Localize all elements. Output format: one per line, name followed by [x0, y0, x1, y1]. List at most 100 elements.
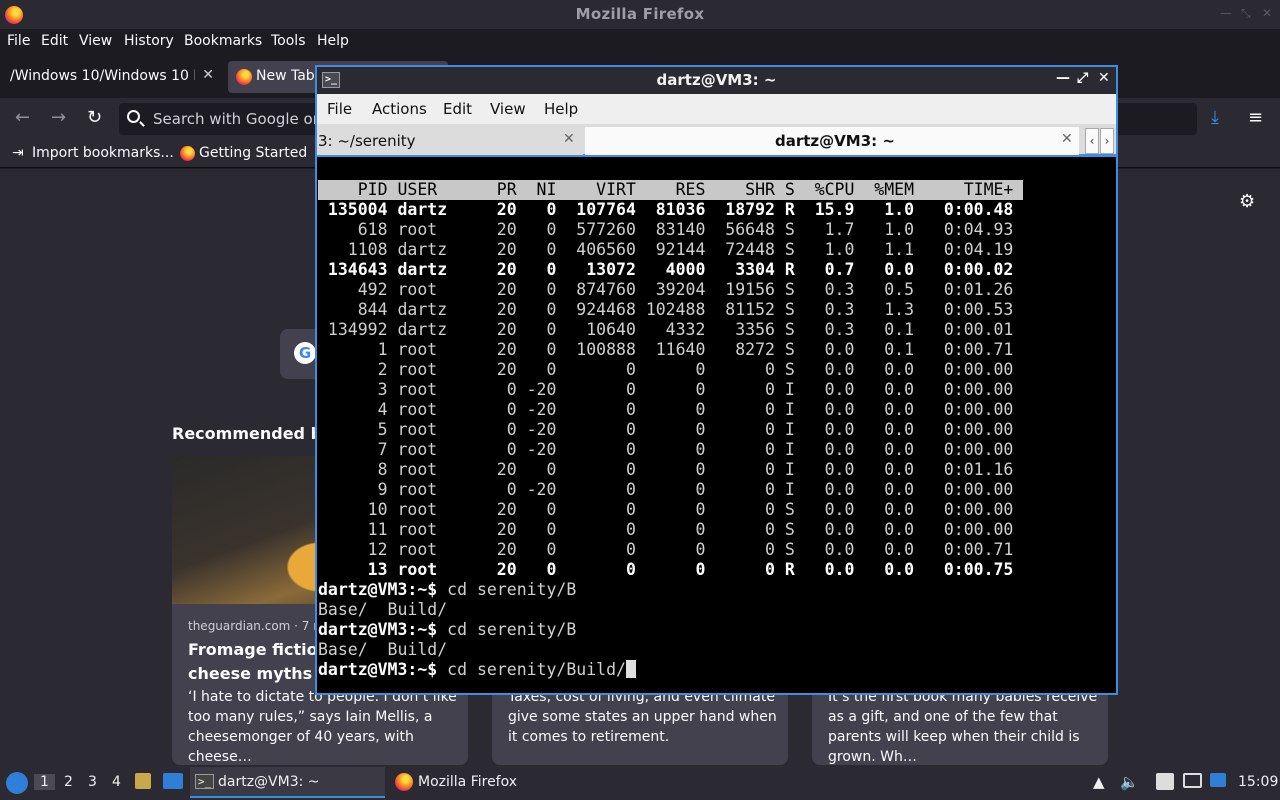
process-row: 9 root 0 -20 0 0 0 I 0.0 0.0 0:00.00 [318, 480, 1014, 499]
terminal-screen[interactable]: PID USER PR NI VIRT RES SHR S %CPU %MEM … [317, 159, 1116, 693]
task-label: Mozilla Firefox [418, 774, 518, 790]
shell-command-line: dartz@VM3:~$ cd serenity/B [318, 580, 576, 600]
story-source: theguardian.com · 7 min [188, 619, 336, 633]
process-row: 2 root 20 0 0 0 0 S 0.0 0.0 0:00.00 [318, 360, 1014, 379]
close-icon[interactable]: ✕ [1262, 6, 1272, 20]
workspace-2[interactable]: 2 [64, 774, 73, 790]
clock: 15:09 [1238, 774, 1279, 790]
tab-scroll-right-icon[interactable]: › [1100, 128, 1114, 154]
shell-text: Base/ Build/ [318, 640, 448, 659]
close-tab-icon[interactable]: ✕ [1061, 131, 1073, 147]
minimize-icon[interactable]: — [1220, 6, 1232, 20]
task-label: dartz@VM3: ~ [218, 774, 320, 790]
terminal-menubar: File Actions Edit View Help [317, 94, 1116, 124]
bookmark-getting-started[interactable]: Getting Started [199, 145, 307, 161]
process-row: 7 root 0 -20 0 0 0 I 0.0 0.0 0:00.00 [318, 440, 1014, 459]
process-row: 492 root 20 0 874760 39204 19156 S 0.3 0… [318, 280, 1014, 299]
search-icon [127, 110, 140, 123]
text-cursor [625, 660, 636, 678]
firefox-favicon-icon [180, 146, 195, 161]
tab-scroll-left-icon[interactable]: ‹ [1085, 128, 1099, 154]
volume-icon[interactable]: 🔈 [1120, 773, 1139, 791]
menu-tools[interactable]: Tools [271, 33, 306, 49]
story-excerpt: ‘I hate to dictate to people. I don’t li… [188, 689, 457, 765]
story-excerpt: Taxes, cost of living, and even climate … [508, 689, 777, 745]
close-tab-icon[interactable]: ✕ [202, 67, 214, 83]
firefox-favicon-icon [236, 69, 252, 85]
terminal-titlebar[interactable]: >_ dartz@VM3: ~ — ⤢ ✕ [317, 67, 1116, 94]
task-firefox[interactable]: Mozilla Firefox [390, 767, 585, 798]
process-row: 1 root 20 0 100888 11640 8272 S 0.0 0.1 … [318, 340, 1014, 359]
minimize-icon[interactable]: — [1056, 70, 1070, 86]
gear-icon[interactable]: ⚙ [1239, 191, 1255, 212]
tray-up-icon[interactable]: ▲ [1093, 773, 1105, 791]
downloads-icon[interactable]: ⤓ [1211, 107, 1219, 128]
shell-prompt: dartz@VM3:~$ [318, 580, 438, 599]
shell-text: Base/ Build/ [318, 600, 448, 619]
menu-edit[interactable]: Edit [41, 33, 68, 49]
term-menu-edit[interactable]: Edit [443, 100, 472, 118]
close-icon[interactable]: ✕ [1098, 70, 1110, 86]
import-bookmarks-icon: ⇥ [12, 145, 24, 161]
firefox-titlebar: Mozilla Firefox — ⤡ ✕ [0, 0, 1280, 29]
process-row: 1108 dartz 20 0 406560 92144 72448 S 1.0… [318, 240, 1014, 259]
terminal-window[interactable]: >_ dartz@VM3: ~ — ⤢ ✕ File Actions Edit … [315, 65, 1118, 695]
firefox-window-title: Mozilla Firefox [575, 5, 705, 23]
workspace-4[interactable]: 4 [112, 774, 121, 790]
start-menu-icon[interactable] [6, 772, 28, 794]
shell-command-line: dartz@VM3:~$ cd serenity/Build/ [318, 660, 636, 680]
tab-windows10[interactable]: /Windows 10/Windows 10 En ✕ [0, 61, 224, 93]
maximize-icon[interactable]: ⤡ [1241, 6, 1251, 21]
maximize-icon[interactable]: ⤢ [1077, 70, 1088, 86]
shell-prompt: dartz@VM3:~$ [318, 660, 438, 679]
term-tab-serenity[interactable]: 3: ~/serenity ✕ [317, 127, 583, 155]
notification-icon[interactable] [1210, 773, 1226, 787]
process-row: 10 root 20 0 0 0 0 S 0.0 0.0 0:00.00 [318, 500, 1014, 519]
shell-command-line: dartz@VM3:~$ cd serenity/B [318, 620, 576, 640]
shell-text: cd serenity/B [437, 580, 577, 599]
process-row: 11 root 20 0 0 0 0 S 0.0 0.0 0:00.00 [318, 520, 1014, 539]
shell-prompt: dartz@VM3:~$ [318, 620, 438, 639]
menu-history[interactable]: History [124, 33, 174, 49]
menu-view[interactable]: View [79, 33, 112, 49]
term-menu-actions[interactable]: Actions [372, 100, 427, 118]
process-row: 12 root 20 0 0 0 0 S 0.0 0.0 0:00.71 [318, 540, 1014, 559]
back-icon[interactable]: ← [15, 107, 30, 128]
term-tab-label: dartz@VM3: ~ [775, 132, 895, 150]
bookmark-import[interactable]: Import bookmarks... [32, 145, 174, 161]
google-logo-icon: G [294, 342, 316, 364]
story-excerpt: It’s the first book many babies receive … [828, 689, 1098, 765]
file-manager-icon[interactable] [135, 773, 151, 789]
menu-bookmarks[interactable]: Bookmarks [184, 33, 262, 49]
reload-icon[interactable]: ↻ [87, 107, 102, 128]
show-desktop-icon[interactable] [163, 773, 183, 789]
firefox-logo-icon [395, 773, 413, 791]
close-tab-icon[interactable]: ✕ [563, 131, 575, 147]
process-row: 134992 dartz 20 0 10640 4332 3356 S 0.3 … [318, 320, 1014, 339]
term-menu-help[interactable]: Help [544, 100, 578, 118]
process-row: 13 root 20 0 0 0 0 R 0.0 0.0 0:00.75 [318, 560, 1014, 579]
terminal-title: dartz@VM3: ~ [656, 71, 777, 89]
shell-text: cd serenity/Build/ [437, 660, 626, 679]
taskbar: 1 2 3 4 >_ dartz@VM3: ~ Mozilla Firefox … [0, 765, 1280, 800]
process-row: 134643 dartz 20 0 13072 4000 3304 R 0.7 … [318, 260, 1014, 279]
app-menu-icon[interactable]: ≡ [1248, 107, 1263, 128]
term-tab-home[interactable]: dartz@VM3: ~ ✕ [585, 127, 1079, 155]
workspace-3[interactable]: 3 [88, 774, 97, 790]
menu-file[interactable]: File [7, 33, 30, 49]
clipboard-icon[interactable] [1156, 773, 1174, 790]
process-row: 135004 dartz 20 0 107764 81036 18792 R 1… [318, 200, 1014, 219]
term-menu-file[interactable]: File [327, 100, 352, 118]
term-menu-view[interactable]: View [490, 100, 526, 118]
forward-icon[interactable]: → [51, 107, 66, 128]
task-terminal[interactable]: >_ dartz@VM3: ~ [190, 767, 385, 798]
shell-text: cd serenity/B [437, 620, 577, 639]
tab-label: /Windows 10/Windows 10 En [10, 68, 195, 84]
terminal-icon: >_ [195, 774, 215, 789]
workspace-1[interactable]: 1 [34, 774, 55, 790]
menu-help[interactable]: Help [317, 33, 349, 49]
process-row: 618 root 20 0 577260 83140 56648 S 1.7 1… [318, 220, 1014, 239]
network-icon[interactable] [1183, 773, 1202, 788]
process-row: 4 root 0 -20 0 0 0 I 0.0 0.0 0:00.00 [318, 400, 1014, 419]
process-row: 844 dartz 20 0 924468 102488 81152 S 0.3… [318, 300, 1014, 319]
